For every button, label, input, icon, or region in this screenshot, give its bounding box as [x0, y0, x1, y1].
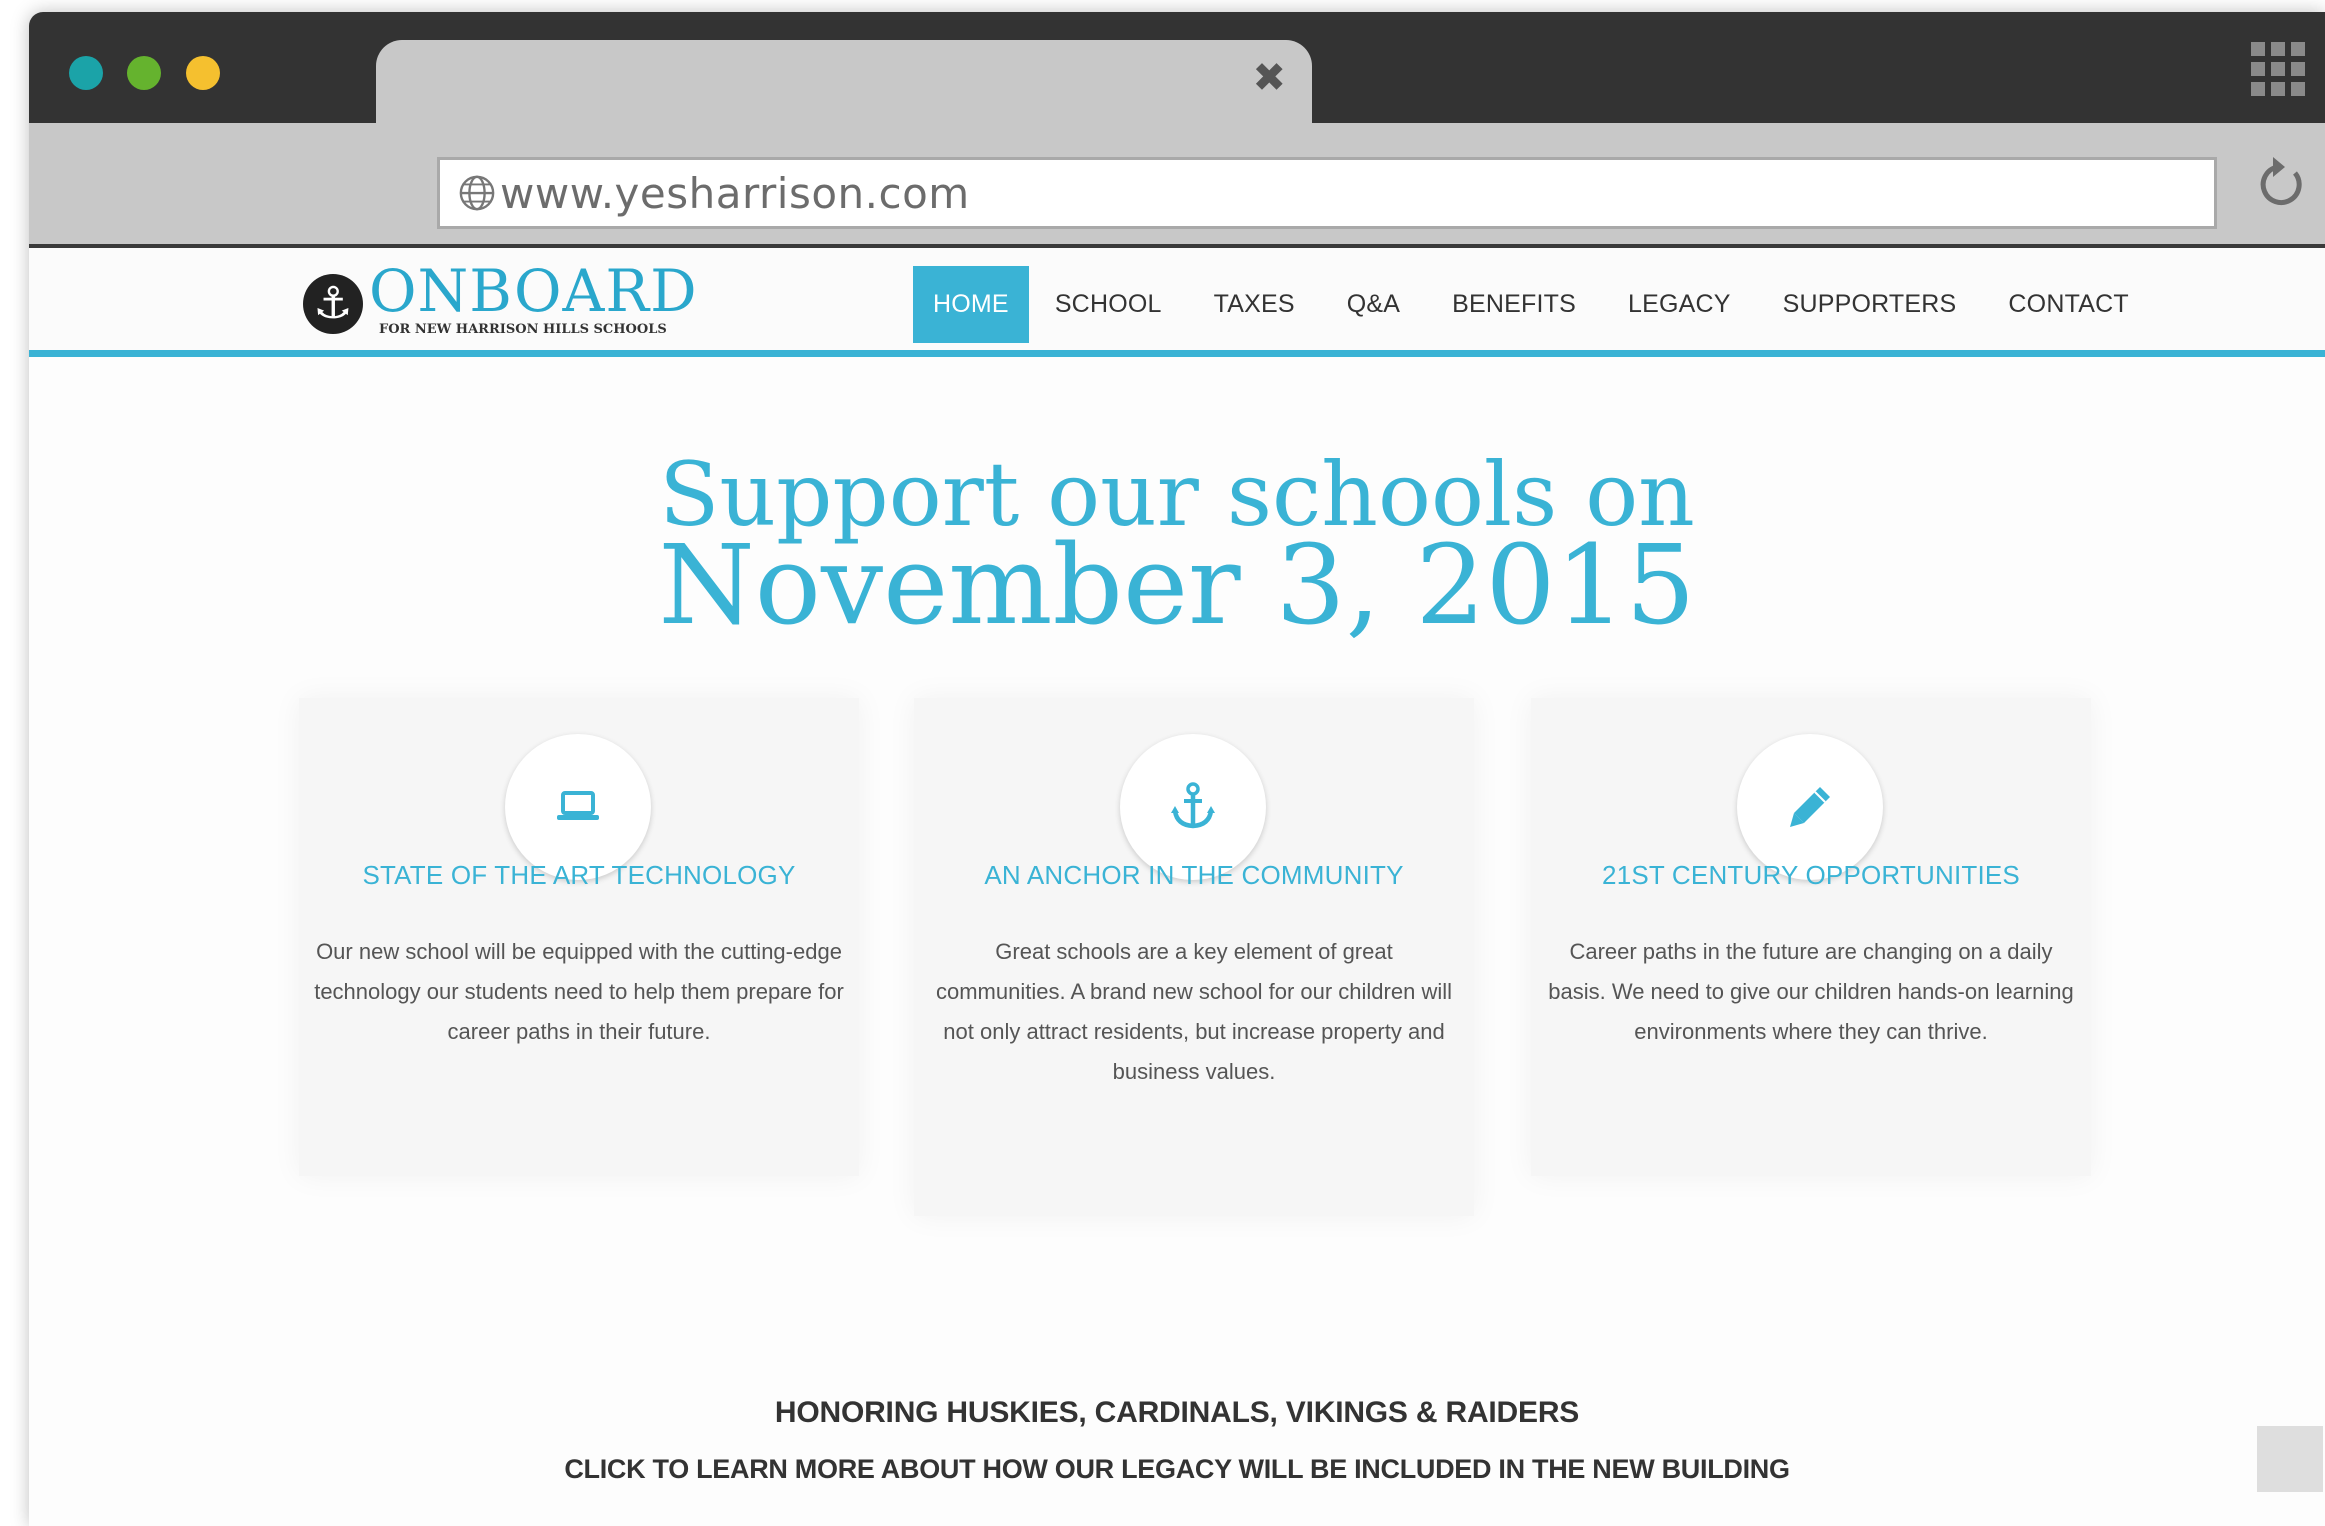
laptop-icon — [505, 734, 651, 880]
pencil-icon — [1737, 734, 1883, 880]
card-title: STATE OF THE ART TECHNOLOGY — [362, 860, 796, 890]
logo-anchor-icon: ⚓ — [303, 274, 363, 334]
honoring-heading: HONORING HUSKIES, CARDINALS, VIKINGS & R… — [774, 1396, 1580, 1429]
card-text: Career paths in the future are changing … — [1548, 939, 2074, 1044]
nav-school[interactable]: SCHOOL — [1029, 266, 1188, 343]
scroll-to-top-button[interactable] — [2257, 1426, 2323, 1492]
logo-wordmark: ONBOARD — [369, 257, 698, 325]
main-nav: HOME SCHOOL TAXES Q&A BENEFITS LEGACY SU… — [913, 266, 2155, 343]
window-close-dot[interactable] — [69, 56, 103, 90]
reload-icon[interactable] — [2251, 155, 2311, 215]
browser-titlebar: ✖ — [29, 12, 2325, 124]
browser-toolbar: www.yesharrison.com — [29, 123, 2325, 248]
nav-supporters[interactable]: SUPPORTERS — [1757, 266, 1983, 343]
apps-grid-icon[interactable] — [2251, 42, 2305, 96]
logo-subtitle: FOR NEW HARRISON HILLS SCHOOLS — [379, 322, 667, 337]
tab-close-icon[interactable]: ✖ — [1252, 58, 1286, 98]
card-title: AN ANCHOR IN THE COMMUNITY — [984, 860, 1404, 890]
nav-legacy[interactable]: LEGACY — [1602, 266, 1757, 343]
browser-tab[interactable]: ✖ — [376, 40, 1312, 124]
nav-benefits[interactable]: BENEFITS — [1426, 266, 1602, 343]
globe-icon — [459, 175, 495, 211]
site-header: ⚓ ONBOARD FOR NEW HARRISON HILLS SCHOOLS… — [29, 248, 2325, 357]
nav-contact[interactable]: CONTACT — [1982, 266, 2154, 343]
card-text: Great schools are a key element of great… — [935, 939, 1453, 1084]
card-text: Our new school will be equipped with the… — [314, 939, 844, 1044]
hero-date: November 3, 2015 — [658, 521, 1696, 649]
browser-window: ✖ www.yesharrison.com ⚓ ONBOARD FOR NEW … — [29, 12, 2325, 1526]
anchor-icon — [1120, 734, 1266, 880]
feature-card-opportunities: 21ST CENTURY OPPORTUNITIES Career paths … — [1531, 698, 2091, 1176]
feature-card-technology: STATE OF THE ART TECHNOLOGY Our new scho… — [299, 698, 859, 1176]
nav-qa[interactable]: Q&A — [1321, 266, 1426, 343]
window-minimize-dot[interactable] — [127, 56, 161, 90]
nav-taxes[interactable]: TAXES — [1188, 266, 1321, 343]
website: ⚓ ONBOARD FOR NEW HARRISON HILLS SCHOOLS… — [29, 248, 2325, 1526]
feature-card-community: AN ANCHOR IN THE COMMUNITY Great schools… — [914, 698, 1474, 1216]
nav-home[interactable]: HOME — [913, 266, 1029, 343]
address-bar[interactable]: www.yesharrison.com — [437, 157, 2217, 229]
card-title: 21ST CENTURY OPPORTUNITIES — [1602, 860, 2020, 890]
url-text[interactable]: www.yesharrison.com — [500, 169, 970, 218]
window-zoom-dot[interactable] — [186, 56, 220, 90]
legacy-link[interactable]: CLICK TO LEARN MORE ABOUT HOW OUR LEGACY… — [29, 1454, 2325, 1485]
